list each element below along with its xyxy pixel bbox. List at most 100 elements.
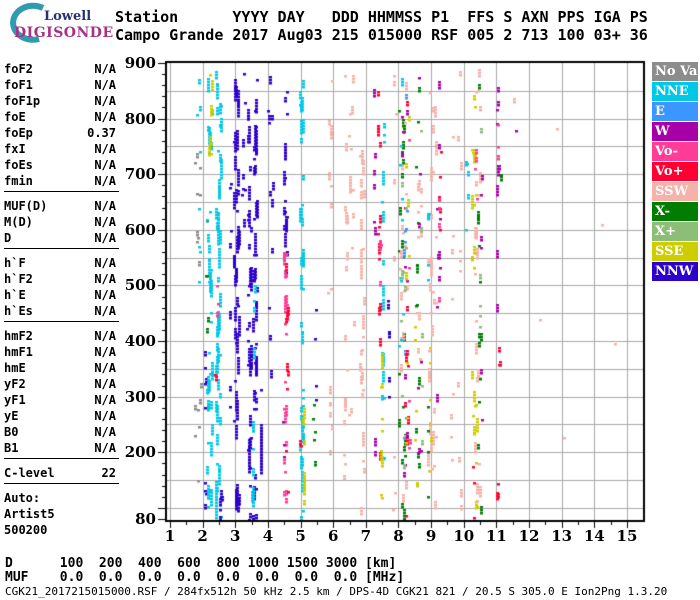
- param-value: N/A: [94, 62, 116, 76]
- y-axis-label-400: 400: [124, 332, 156, 351]
- param-value: N/A: [94, 409, 116, 423]
- param-row-yf1: yF1 N/A: [4, 393, 116, 407]
- logo-lowell-text: Lowell: [44, 9, 92, 24]
- param-divider: [4, 458, 119, 459]
- x-axis-label-3: 3: [230, 527, 241, 545]
- param-label: B0: [4, 425, 19, 439]
- param-value: N/A: [94, 304, 116, 318]
- y-axis-label-800: 800: [124, 109, 156, 128]
- y-axis-label-600: 600: [124, 220, 156, 239]
- param-value: N/A: [94, 361, 116, 375]
- x-axis-label-4: 4: [262, 527, 274, 545]
- param-label: hmF1: [4, 345, 33, 359]
- param-value: N/A: [94, 110, 116, 124]
- x-axis-label-14: 14: [583, 527, 605, 545]
- param-row-foe: foE N/A: [4, 110, 116, 124]
- param-value: N/A: [94, 78, 116, 92]
- auto-text: Artist5: [4, 507, 55, 521]
- param-row-fof1: foF1 N/A: [4, 78, 116, 92]
- auto-line: 500200: [4, 523, 116, 537]
- legend-item-sse: SSE: [652, 242, 698, 261]
- param-value: N/A: [94, 199, 116, 213]
- x-axis-label-11: 11: [485, 527, 507, 545]
- param-label: fmin: [4, 174, 33, 188]
- header-line-2: Campo Grande 2017 Aug03 215 015000 RSF 0…: [115, 26, 648, 44]
- y-axis-label-900: 900: [124, 54, 156, 72]
- y-axis-label-80: 80: [135, 510, 156, 528]
- param-value: N/A: [94, 174, 116, 188]
- param-row-he: h`E N/A: [4, 288, 116, 302]
- param-row-fmin: fmin N/A: [4, 174, 116, 188]
- param-value: 22: [101, 466, 116, 480]
- x-axis-label-9: 9: [425, 527, 437, 545]
- param-label: foF1p: [4, 94, 41, 108]
- param-label: foE: [4, 110, 26, 124]
- header-line-1: Station YYYY DAY DDD HHMMSS P1 FFS S AXN…: [115, 8, 648, 26]
- y-axis-label-500: 500: [124, 276, 156, 295]
- legend-item-vom: Vo-: [652, 142, 698, 161]
- param-label: h`F2: [4, 272, 33, 286]
- param-value: N/A: [94, 158, 116, 172]
- param-divider: [4, 191, 119, 192]
- param-row-md: M(D) N/A: [4, 215, 116, 229]
- x-axis-label-5: 5: [295, 527, 306, 545]
- auto-line: Auto:: [4, 491, 116, 505]
- param-row-hf: h`F N/A: [4, 256, 116, 270]
- x-axis-label-2: 2: [197, 527, 208, 545]
- param-divider: [4, 483, 119, 484]
- legend-item-noval: No Val: [652, 62, 700, 81]
- x-axis-label-13: 13: [551, 527, 573, 545]
- param-row-fof2: foF2 N/A: [4, 62, 116, 76]
- param-row-b0: B0 N/A: [4, 425, 116, 439]
- param-row-foes: foEs N/A: [4, 158, 116, 172]
- param-label: yF1: [4, 393, 26, 407]
- param-value: N/A: [94, 142, 116, 156]
- param-label: h`F: [4, 256, 26, 270]
- param-row-foep: foEp 0.37: [4, 126, 116, 140]
- legend-item-xm: X-: [652, 202, 698, 221]
- param-label: h`Es: [4, 304, 33, 318]
- muf-row: MUF 0.0 0.0 0.0 0.0 0.0 0.0 0.0 0.0 [MHz…: [5, 570, 405, 585]
- x-axis-label-1: 1: [164, 527, 176, 545]
- x-axis-label-6: 6: [327, 527, 339, 545]
- param-row-b1: B1 N/A: [4, 441, 116, 455]
- x-axis-label-15: 15: [616, 527, 638, 545]
- param-label: M(D): [4, 215, 33, 229]
- param-label: yF2: [4, 377, 26, 391]
- param-label: foEs: [4, 158, 33, 172]
- y-axis-label-700: 700: [124, 165, 156, 184]
- param-label: foF2: [4, 62, 33, 76]
- param-row-fof1p: foF1p N/A: [4, 94, 116, 108]
- param-label: hmF2: [4, 329, 33, 343]
- legend-item-xp: X+: [652, 222, 698, 241]
- param-row-hf2: h`F2 N/A: [4, 272, 116, 286]
- param-value: N/A: [94, 231, 116, 245]
- auto-text: Auto:: [4, 491, 41, 505]
- param-divider: [4, 321, 119, 322]
- param-row-hmf1: hmF1 N/A: [4, 345, 116, 359]
- x-axis-label-12: 12: [518, 527, 540, 545]
- legend-item-w: W: [652, 122, 698, 141]
- distance-row: D 100 200 400 600 800 1000 1500 3000 [km…: [5, 556, 397, 571]
- param-row-hes: h`Es N/A: [4, 304, 116, 318]
- param-value: N/A: [94, 345, 116, 359]
- x-axis-label-8: 8: [393, 527, 404, 545]
- auto-text: 500200: [4, 523, 48, 537]
- param-value: N/A: [94, 441, 116, 455]
- param-value: N/A: [94, 377, 116, 391]
- param-row-ye: yE N/A: [4, 409, 116, 423]
- param-value: N/A: [94, 393, 116, 407]
- param-label: foF1: [4, 78, 33, 92]
- param-value: N/A: [94, 94, 116, 108]
- legend-item-nne: NNE: [652, 82, 698, 101]
- legend-item-vop: Vo+: [652, 162, 698, 181]
- param-value: 0.37: [87, 126, 116, 140]
- param-label: B1: [4, 441, 19, 455]
- param-row-d: D N/A: [4, 231, 116, 245]
- param-label: MUF(D): [4, 199, 48, 213]
- lowell-digisonde-logo: Lowell DIGISONDE: [6, 2, 113, 46]
- auto-line: Artist5: [4, 507, 116, 521]
- param-row-hmf2: hmF2 N/A: [4, 329, 116, 343]
- param-value: N/A: [94, 425, 116, 439]
- param-value: N/A: [94, 272, 116, 286]
